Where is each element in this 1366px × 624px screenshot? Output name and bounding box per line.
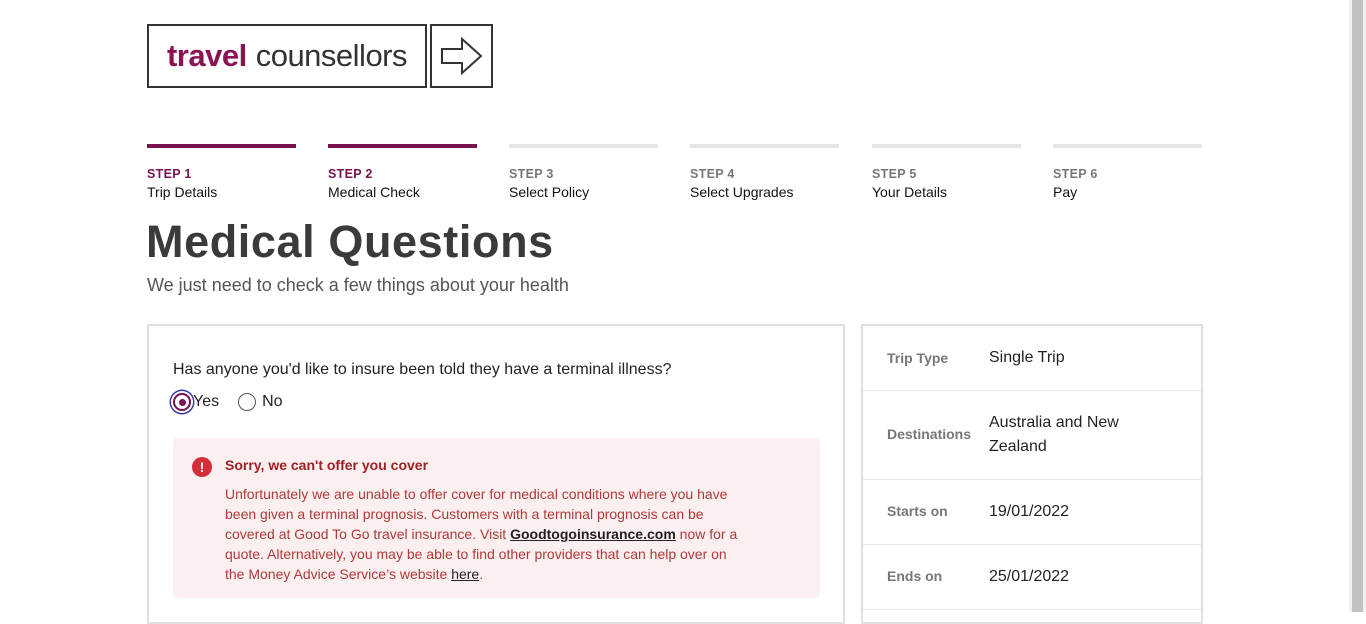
step-progress-bar <box>509 144 658 148</box>
step-label: Medical Check <box>328 184 420 200</box>
summary-key: Starts on <box>887 503 948 519</box>
step-progress-bar <box>328 144 477 148</box>
step-number: STEP 4 <box>690 167 735 181</box>
summary-row-ends-on: Ends on 25/01/2022 <box>863 545 1201 610</box>
radio-selected-dot <box>178 398 186 406</box>
logo-wordmark: travel counsellors <box>147 24 427 88</box>
vertical-scrollbar[interactable] <box>1349 0 1366 612</box>
terminal-illness-radio-group: Yes No <box>173 393 283 411</box>
step-label: Trip Details <box>147 184 218 200</box>
step-progress-bar <box>872 144 1021 148</box>
trip-summary-card: Trip Type Single Trip Destinations Austr… <box>861 324 1203 624</box>
progress-steps: STEP 1 Trip Details STEP 2 Medical Check… <box>147 144 1202 204</box>
step-progress-bar <box>1053 144 1202 148</box>
radio-yes[interactable] <box>173 393 191 411</box>
step-number: STEP 1 <box>147 167 192 181</box>
step-medical-check[interactable]: STEP 2 Medical Check <box>328 144 477 200</box>
summary-key: Trip Type <box>887 350 949 366</box>
radio-no[interactable] <box>238 393 257 411</box>
travel-counsellors-logo[interactable]: travel counsellors <box>147 24 493 88</box>
step-label: Select Upgrades <box>690 184 794 200</box>
alert-body-text-3: . <box>479 566 484 582</box>
summary-value: Single Trip <box>989 349 1065 366</box>
logo-rest-text: counsellors <box>255 38 408 73</box>
error-icon: ! <box>192 457 212 477</box>
radio-option-no[interactable]: No <box>238 393 283 411</box>
radio-label-yes: Yes <box>193 393 220 410</box>
page-title: Medical Questions <box>146 216 554 267</box>
medical-question-card: Has anyone you'd like to insure been tol… <box>147 324 845 624</box>
step-progress-bar <box>147 144 296 148</box>
summary-row-trip-type: Trip Type Single Trip <box>863 326 1201 391</box>
arrow-right-icon <box>430 24 493 88</box>
step-progress-bar <box>690 144 839 148</box>
step-number: STEP 5 <box>872 167 917 181</box>
summary-row-starts-on: Starts on 19/01/2022 <box>863 480 1201 545</box>
step-label: Pay <box>1053 184 1078 200</box>
radio-option-yes[interactable]: Yes <box>173 393 219 411</box>
step-select-policy: STEP 3 Select Policy <box>509 144 658 200</box>
step-label: Select Policy <box>509 184 590 200</box>
step-pay: STEP 6 Pay <box>1053 144 1202 200</box>
summary-value: Australia and New Zealand <box>989 414 1119 455</box>
step-number: STEP 3 <box>509 167 554 181</box>
alert-title: Sorry, we can't offer you cover <box>225 457 429 473</box>
radio-label-no: No <box>262 393 283 410</box>
summary-value: 25/01/2022 <box>989 568 1070 585</box>
step-number: STEP 2 <box>328 167 373 181</box>
step-number: STEP 6 <box>1053 167 1098 181</box>
logo-brand-text: travel <box>166 38 247 73</box>
question-text: Has anyone you'd like to insure been tol… <box>173 361 672 378</box>
page-subtitle: We just need to check a few things about… <box>147 275 569 295</box>
step-trip-details[interactable]: STEP 1 Trip Details <box>147 144 296 200</box>
scrollbar-thumb[interactable] <box>1352 0 1363 612</box>
cover-declined-alert: ! Sorry, we can't offer you cover Unfort… <box>173 438 820 598</box>
money-advice-link[interactable]: here <box>451 566 479 582</box>
step-label: Your Details <box>872 184 947 200</box>
summary-key: Destinations <box>887 426 972 442</box>
step-select-upgrades: STEP 4 Select Upgrades <box>690 144 839 200</box>
step-your-details: STEP 5 Your Details <box>872 144 1021 200</box>
goodtogo-link[interactable]: Goodtogoinsurance.com <box>510 526 676 542</box>
alert-body: Unfortunately we are unable to offer cov… <box>225 484 745 584</box>
summary-value: 19/01/2022 <box>989 503 1070 520</box>
summary-key: Ends on <box>887 568 943 584</box>
summary-row-destinations: Destinations Australia and New Zealand <box>863 391 1201 480</box>
